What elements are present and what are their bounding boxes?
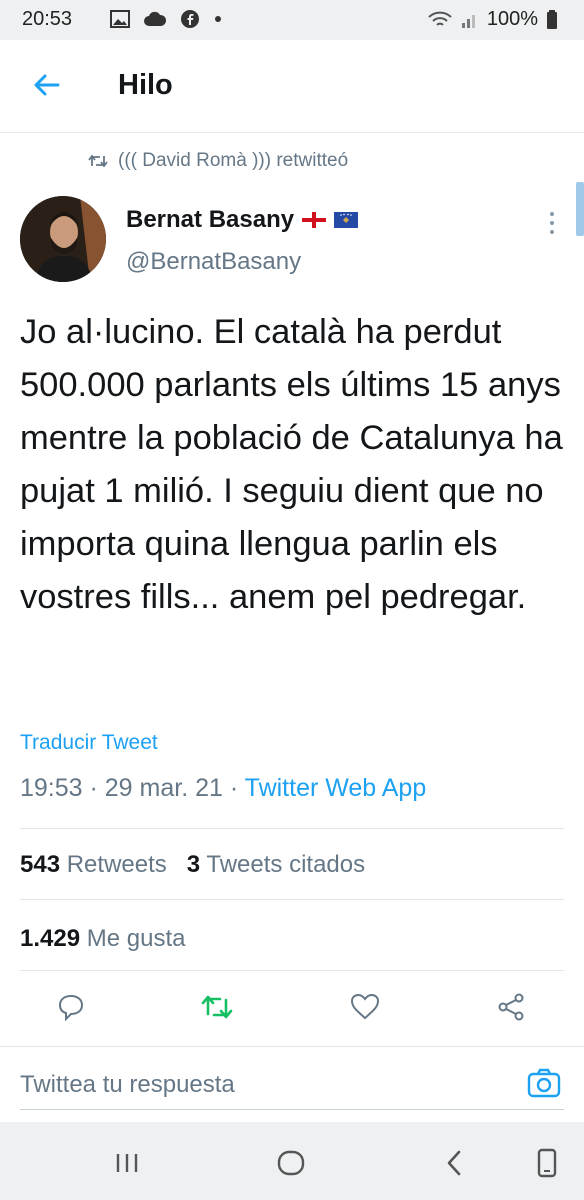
- reply-input[interactable]: Twittea tu respuesta: [20, 1071, 235, 1099]
- divider: [20, 828, 564, 829]
- avatar[interactable]: [20, 196, 106, 282]
- divider: [20, 970, 564, 971]
- retweeted-by-text: ((( David Romà ))) retwitteó: [118, 150, 349, 171]
- retweet-icon[interactable]: [200, 990, 234, 1024]
- tweet-text: Jo al·lucino. El català ha perdut 500.00…: [20, 313, 563, 616]
- likes-stats: 1.429 Me gusta: [20, 925, 185, 953]
- battery-percent: 100%: [486, 8, 538, 30]
- wifi-icon: [428, 11, 452, 26]
- divider: [20, 899, 564, 900]
- signal-icon: [461, 14, 475, 28]
- system-nav-bar: [0, 1122, 584, 1200]
- app-bar: Hilo: [0, 40, 584, 133]
- retweets-count[interactable]: 543: [20, 851, 60, 878]
- avatar-image: [20, 196, 106, 282]
- arrow-left-icon[interactable]: [30, 68, 64, 102]
- england-flag-icon: [302, 212, 327, 228]
- reply-icon[interactable]: [54, 990, 88, 1024]
- page-title: Hilo: [118, 69, 173, 101]
- tweet-meta: 19:53 · 29 mar. 21 · Twitter Web App: [20, 774, 426, 803]
- keyboard-phone-icon[interactable]: [530, 1146, 564, 1180]
- reply-underline: [20, 1109, 564, 1110]
- kosovo-flag-icon: [334, 212, 359, 228]
- share-icon[interactable]: [494, 990, 528, 1024]
- back-nav-icon[interactable]: [438, 1146, 472, 1180]
- cloud-icon: [144, 11, 166, 26]
- quotes-count[interactable]: 3: [187, 851, 200, 878]
- reply-composer[interactable]: Twittea tu respuesta: [0, 1046, 584, 1123]
- likes-label[interactable]: Me gusta: [87, 925, 186, 952]
- translate-tweet-link[interactable]: Traducir Tweet: [20, 731, 158, 755]
- retweets-label[interactable]: Retweets: [67, 851, 167, 878]
- author-name-text: Bernat Basany: [126, 206, 295, 233]
- recent-apps-icon[interactable]: [110, 1146, 144, 1180]
- status-time: 20:53: [22, 8, 73, 30]
- camera-icon[interactable]: [526, 1065, 562, 1101]
- likes-count[interactable]: 1.429: [20, 925, 80, 952]
- more-options-icon[interactable]: [544, 210, 560, 236]
- battery-icon: [547, 9, 557, 29]
- retweeted-by[interactable]: ((( David Romà ))) retwitteó: [88, 150, 348, 172]
- dot-icon: [215, 16, 221, 22]
- tweet-timestamp: 19:53 · 29 mar. 21 ·: [20, 774, 245, 802]
- retweet-small-icon: [88, 154, 108, 168]
- status-bar: 20:53 100%: [0, 0, 584, 40]
- tweet-actions: [0, 990, 584, 1034]
- author-name[interactable]: Bernat Basany: [126, 206, 359, 234]
- scrollbar[interactable]: [576, 182, 584, 236]
- quotes-label[interactable]: Tweets citados: [206, 851, 365, 878]
- image-icon: [110, 10, 130, 28]
- tweet-source-link[interactable]: Twitter Web App: [245, 774, 427, 802]
- home-icon[interactable]: [274, 1146, 308, 1180]
- retweet-stats: 543 Retweets 3 Tweets citados: [20, 851, 365, 879]
- heart-icon[interactable]: [348, 990, 382, 1024]
- author-handle[interactable]: @BernatBasany: [126, 248, 301, 276]
- facebook-icon: [181, 10, 199, 28]
